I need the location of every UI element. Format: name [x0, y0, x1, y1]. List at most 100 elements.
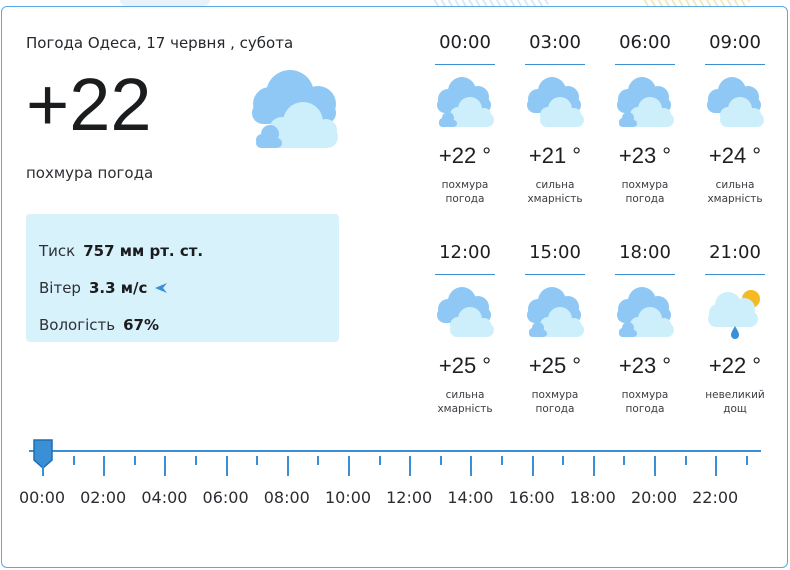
- city-date-title: Погода Одеса, 17 червня , субота: [26, 34, 294, 52]
- pressure-label: Тиск: [39, 241, 76, 260]
- divider: [525, 64, 585, 65]
- hourly-slot: 15:00 +25 ° похмура погода: [510, 240, 600, 416]
- slider-hour-label[interactable]: 20:00: [624, 488, 684, 507]
- current-condition: похмура погода: [26, 164, 154, 182]
- hourly-temperature: +23 °: [618, 353, 672, 378]
- divider: [705, 274, 765, 275]
- cloudy-icon: [527, 287, 584, 337]
- slider-tick: [715, 456, 718, 476]
- wind-row: Вітер 3.3 м/с: [39, 269, 326, 306]
- slider-hour-label[interactable]: 02:00: [73, 488, 133, 507]
- hourly-slot: 00:00 +22 ° похмура погода: [420, 30, 510, 206]
- hourly-slot: 06:00 +23 ° похмура погода: [600, 30, 690, 206]
- time-slider[interactable]: 00:00 02:00 04:00 06:00 08:00 10:00 12:00 14:00…: [0, 430, 790, 520]
- slider-tick: [317, 456, 320, 465]
- slider-tick: [439, 456, 442, 465]
- details-panel: Тиск 757 мм рт. ст. Вітер 3.3 м/с Вологі…: [26, 214, 339, 342]
- slider-hour-label[interactable]: 10:00: [318, 488, 378, 507]
- hourly-slot: 09:00 +24 ° сильна хмарність: [690, 30, 780, 206]
- slider-tick: [72, 456, 75, 465]
- slider-tick: [164, 456, 167, 476]
- hourly-temperature: +23 °: [618, 143, 672, 168]
- slider-hour-label[interactable]: 16:00: [502, 488, 562, 507]
- divider: [615, 64, 675, 65]
- slider-tick: [684, 456, 687, 465]
- slider-tick: [42, 456, 44, 476]
- hourly-temperature: +25 °: [528, 353, 582, 378]
- hourly-temperature: +21 °: [528, 143, 582, 168]
- slider-hour-label[interactable]: 06:00: [196, 488, 256, 507]
- slider-tick: [592, 456, 595, 476]
- slider-tick: [501, 456, 503, 465]
- hourly-time: 21:00: [709, 242, 761, 263]
- pressure-row: Тиск 757 мм рт. ст.: [39, 232, 326, 269]
- slider-tick: [225, 456, 228, 476]
- slider-hour-label[interactable]: 22:00: [685, 488, 745, 507]
- slider-track[interactable]: [29, 450, 761, 452]
- divider: [615, 274, 675, 275]
- slider-hour-label[interactable]: 14:00: [440, 488, 500, 507]
- hourly-condition: сильна хмарність: [707, 179, 763, 205]
- divider: [435, 274, 495, 275]
- hourly-condition: сильна хмарність: [527, 179, 583, 205]
- pressure-value: 757 мм рт. ст.: [83, 241, 204, 260]
- overcast-icon: [707, 77, 764, 127]
- hourly-condition: похмура погода: [441, 179, 489, 205]
- slider-tick: [103, 456, 106, 476]
- slider-tick: [409, 456, 412, 476]
- hourly-time: 06:00: [619, 32, 671, 53]
- hourly-time: 09:00: [709, 32, 761, 53]
- slider-hour-label[interactable]: 00:00: [12, 488, 72, 507]
- cloudy-icon: [437, 77, 494, 127]
- slider-tick: [286, 456, 289, 476]
- hourly-time: 03:00: [529, 32, 581, 53]
- slider-hour-label[interactable]: 12:00: [379, 488, 439, 507]
- slider-tick: [562, 456, 565, 465]
- slider-hour-label[interactable]: 08:00: [257, 488, 317, 507]
- hourly-temperature: +22 °: [708, 353, 762, 378]
- hourly-slot: 18:00 +23 ° похмура погода: [600, 240, 690, 416]
- slider-hour-label[interactable]: 04:00: [134, 488, 194, 507]
- slider-tick: [133, 456, 136, 465]
- wind-value: 3.3 м/с: [88, 278, 148, 297]
- slider-tick: [623, 456, 626, 465]
- divider: [435, 64, 495, 65]
- light-rain-icon: [708, 290, 760, 339]
- overcast-icon: [437, 287, 494, 337]
- hourly-time: 12:00: [439, 242, 491, 263]
- slider-tick: [256, 456, 259, 465]
- slider-hour-label[interactable]: 18:00: [563, 488, 623, 507]
- hourly-condition: сильна хмарність: [437, 389, 493, 415]
- cloudy-icon: [617, 287, 674, 337]
- hourly-temperature: +25 °: [438, 353, 492, 378]
- humidity-label: Вологість: [39, 315, 116, 334]
- slider-tick: [348, 456, 350, 476]
- hourly-slot: 03:00 +21 ° сильна хмарність: [510, 30, 600, 206]
- hourly-slot: 12:00 +25 ° сильна хмарність: [420, 240, 510, 416]
- hourly-condition: похмура погода: [531, 389, 579, 415]
- hourly-slot: 21:00 +22 ° невеликий дощ: [690, 240, 780, 416]
- slider-tick: [378, 456, 381, 465]
- slider-tick: [745, 456, 748, 465]
- hourly-time: 00:00: [439, 32, 491, 53]
- hourly-condition: похмура погода: [621, 179, 669, 205]
- humidity-value: 67%: [123, 315, 160, 334]
- humidity-row: Вологість 67%: [39, 306, 326, 343]
- hourly-time: 15:00: [529, 242, 581, 263]
- overcast-icon: [527, 77, 584, 127]
- slider-tick: [470, 456, 473, 476]
- hourly-time: 18:00: [619, 242, 671, 263]
- divider: [525, 274, 585, 275]
- hourly-condition: похмура погода: [621, 389, 669, 415]
- current-temperature: +22: [26, 63, 152, 146]
- hourly-temperature: +22 °: [438, 143, 492, 168]
- hourly-condition: невеликий дощ: [705, 389, 765, 415]
- slider-tick: [654, 456, 656, 476]
- wind-label: Вітер: [39, 278, 81, 297]
- divider: [705, 64, 765, 65]
- cloudy-icon: [617, 77, 674, 127]
- hourly-temperature: +24 °: [708, 143, 762, 168]
- wind-direction-icon: [155, 282, 168, 293]
- slider-tick: [195, 456, 197, 465]
- slider-tick: [531, 456, 534, 476]
